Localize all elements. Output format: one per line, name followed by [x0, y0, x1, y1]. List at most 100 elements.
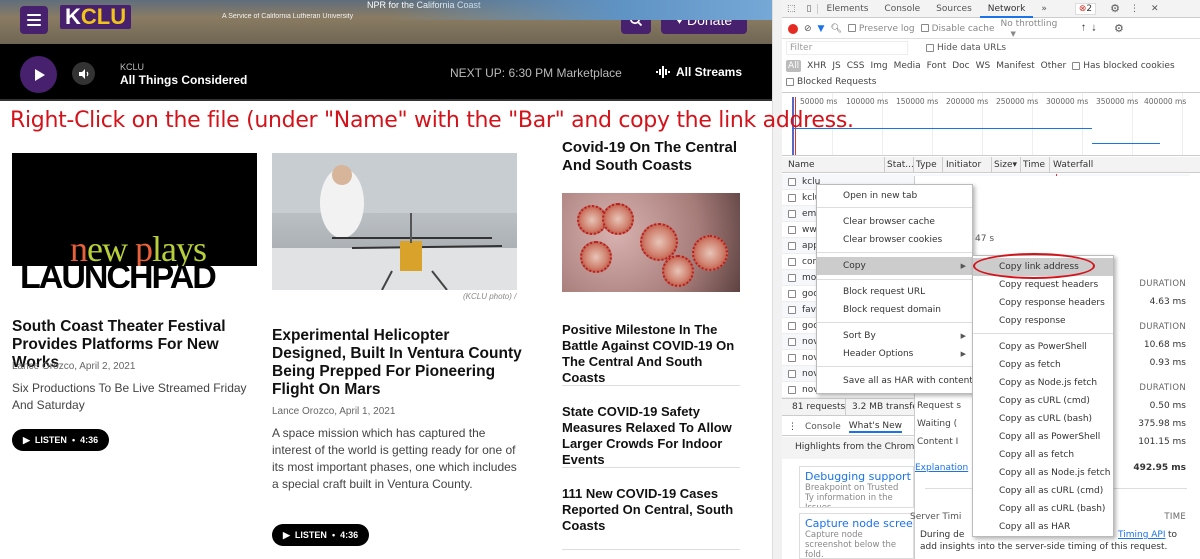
- drawer-tab-console[interactable]: Console: [805, 422, 841, 432]
- type-filter-other[interactable]: Other: [1041, 61, 1067, 71]
- disable-cache-checkbox[interactable]: [920, 24, 929, 32]
- export-har-icon[interactable]: ⭣: [1092, 24, 1096, 34]
- menu-clear-browser-cache[interactable]: Clear browser cache: [817, 213, 972, 231]
- blocked-requests-checkbox[interactable]: [786, 77, 794, 86]
- article-2-title[interactable]: Experimental Helicopter Designed, Built …: [272, 327, 522, 399]
- settings-gear-icon[interactable]: ⚙: [1110, 2, 1120, 15]
- column-size[interactable]: Size▾: [994, 160, 1017, 170]
- play-icon: ▶: [283, 529, 290, 540]
- drawer-menu-icon[interactable]: ⋮: [788, 422, 797, 432]
- filter-funnel-icon[interactable]: ▼: [818, 24, 825, 34]
- type-filter-css[interactable]: CSS: [847, 61, 865, 71]
- copy-menu-item[interactable]: Copy all as HAR: [973, 518, 1113, 536]
- tab-console[interactable]: Console: [876, 0, 928, 18]
- sidebar-item[interactable]: Positive Milestone In The Battle Against…: [562, 322, 742, 386]
- sidebar-heading[interactable]: Covid-19 On The Central And South Coasts: [562, 139, 742, 175]
- type-filter-media[interactable]: Media: [894, 61, 921, 71]
- sidebar-item[interactable]: 111 New COVID-19 Cases Reported On Centr…: [562, 486, 742, 534]
- copy-menu-item[interactable]: Copy as Node.js fetch: [973, 374, 1113, 392]
- type-filter-js[interactable]: JS: [832, 61, 840, 71]
- hamburger-menu-button[interactable]: [20, 6, 48, 34]
- network-settings-gear-icon[interactable]: ⚙: [1114, 22, 1124, 35]
- column-status[interactable]: Stat...: [887, 160, 914, 170]
- menu-clear-browser-cookies[interactable]: Clear browser cookies: [817, 231, 972, 249]
- whats-new-card[interactable]: Debugging support for Breakpoint on Trus…: [799, 466, 914, 508]
- submenu-arrow-icon: ▶: [960, 332, 966, 340]
- close-icon[interactable]: ✕: [1151, 4, 1159, 14]
- next-up: NEXT UP: 6:30 PM Marketplace: [450, 66, 622, 80]
- copy-menu-item[interactable]: Copy response: [973, 312, 1113, 330]
- whats-new-header: Highlights from the Chrome 8: [782, 437, 914, 459]
- copy-menu-item[interactable]: Copy all as Node.js fetch: [973, 464, 1113, 482]
- inspect-element-icon[interactable]: ⬚: [782, 4, 801, 14]
- whats-new-card[interactable]: Capture node screensho Capture node scre…: [799, 513, 914, 559]
- sidebar-item[interactable]: State COVID-19 Safety Measures Relaxed T…: [562, 404, 742, 468]
- more-tabs-button[interactable]: »: [1033, 0, 1055, 18]
- error-badge[interactable]: ⊗2: [1074, 2, 1097, 15]
- column-name[interactable]: Name: [788, 160, 815, 170]
- covid-image[interactable]: [562, 193, 740, 292]
- explanation-link[interactable]: Explanation: [915, 463, 968, 473]
- tab-sources[interactable]: Sources: [928, 0, 980, 18]
- tab-elements[interactable]: Elements: [818, 0, 876, 18]
- type-filter-font[interactable]: Font: [927, 61, 947, 71]
- clear-icon[interactable]: ⊘: [804, 24, 812, 34]
- has-blocked-cookies-checkbox[interactable]: [1072, 61, 1081, 70]
- menu-header-options[interactable]: Header Options ▶: [817, 345, 972, 363]
- article-2-image[interactable]: [272, 153, 517, 290]
- copy-menu-item[interactable]: Copy all as PowerShell: [973, 428, 1113, 446]
- submenu-arrow-icon: ▶: [960, 262, 966, 270]
- menu-block-request-url[interactable]: Block request URL: [817, 283, 972, 301]
- copy-menu-item[interactable]: Copy all as fetch: [973, 446, 1113, 464]
- preserve-log-checkbox[interactable]: [847, 24, 856, 32]
- menu-block-request-domain[interactable]: Block request domain: [817, 301, 972, 319]
- type-filter-doc[interactable]: Doc: [952, 61, 969, 71]
- copy-menu-item[interactable]: Copy as cURL (cmd): [973, 392, 1113, 410]
- search-button[interactable]: [621, 6, 651, 34]
- copy-menu-item[interactable]: Copy as cURL (bash): [973, 410, 1113, 428]
- column-type[interactable]: Type: [916, 160, 937, 170]
- menu-open-in-new-tab[interactable]: Open in new tab: [817, 187, 972, 205]
- device-toolbar-icon[interactable]: ▯: [801, 3, 819, 14]
- play-icon: [34, 68, 45, 81]
- article-1-listen-button[interactable]: ▶ LISTEN • 4:36: [12, 429, 110, 451]
- page-scrollbar[interactable]: [772, 0, 782, 559]
- file-icon: [788, 290, 796, 298]
- play-button[interactable]: [20, 56, 57, 93]
- throttling-select[interactable]: No throttling ▼: [1001, 19, 1076, 39]
- volume-button[interactable]: [72, 62, 95, 85]
- import-har-icon[interactable]: ⭡: [1082, 24, 1086, 34]
- column-initiator[interactable]: Initiator: [946, 160, 981, 170]
- kclu-logo[interactable]: KCLU: [60, 5, 131, 29]
- hide-data-urls-checkbox[interactable]: [926, 43, 934, 52]
- type-filter-ws[interactable]: WS: [976, 61, 991, 71]
- request-name[interactable]: mo: [802, 273, 816, 283]
- server-timing-api-link[interactable]: Timing API: [1118, 530, 1166, 540]
- filter-input[interactable]: Filter: [786, 41, 908, 55]
- type-filter-manifest[interactable]: Manifest: [996, 61, 1034, 71]
- drawer-tab-whats-new[interactable]: What's New: [848, 421, 903, 433]
- copy-menu-item[interactable]: Copy all as cURL (cmd): [973, 482, 1113, 500]
- article-1-image[interactable]: new plays LAUNCHPAD: [12, 153, 257, 288]
- type-filter-img[interactable]: Img: [870, 61, 887, 71]
- type-filter-all[interactable]: All: [786, 60, 802, 72]
- menu-save-all-as-har[interactable]: Save all as HAR with content: [817, 372, 973, 390]
- record-icon[interactable]: [788, 23, 798, 34]
- type-filter-xhr[interactable]: XHR: [807, 61, 826, 71]
- menu-sort-by[interactable]: Sort By ▶: [817, 327, 972, 345]
- search-icon[interactable]: 🔍︎: [830, 24, 841, 34]
- search-icon: [629, 13, 643, 27]
- article-2-listen-button[interactable]: ▶ LISTEN • 4:36: [272, 524, 370, 546]
- column-waterfall[interactable]: Waterfall: [1053, 160, 1093, 170]
- copy-menu-item[interactable]: Copy response headers: [973, 294, 1113, 312]
- copy-menu-item[interactable]: Copy as fetch: [973, 356, 1113, 374]
- copy-menu-item[interactable]: Copy as PowerShell: [973, 338, 1113, 356]
- kebab-menu-icon[interactable]: ⋮: [1130, 4, 1139, 14]
- menu-copy[interactable]: Copy ▶: [817, 257, 972, 275]
- file-icon: [788, 322, 796, 330]
- column-time[interactable]: Time: [1023, 160, 1045, 170]
- all-streams-button[interactable]: All Streams: [655, 65, 742, 79]
- donate-button[interactable]: ♥ Donate: [661, 6, 747, 34]
- tab-network[interactable]: Network: [979, 0, 1034, 18]
- copy-menu-item[interactable]: Copy all as cURL (bash): [973, 500, 1113, 518]
